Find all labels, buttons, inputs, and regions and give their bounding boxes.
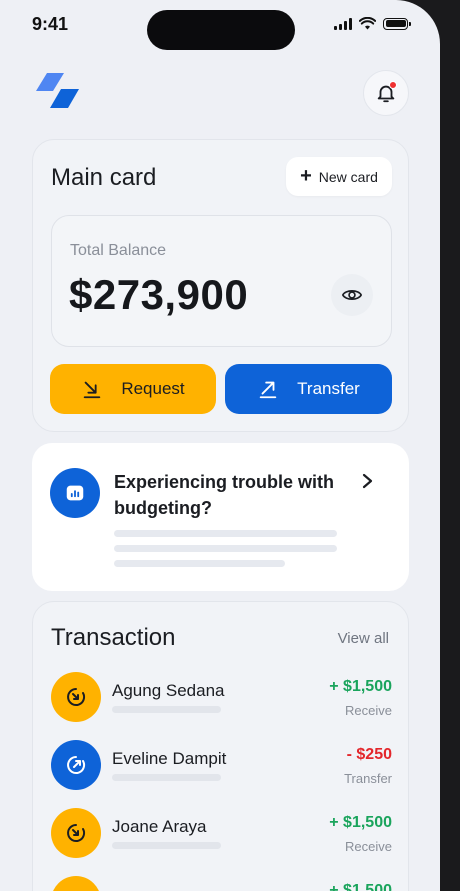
- placeholder-bar: [112, 706, 221, 713]
- receive-icon: [51, 808, 101, 858]
- receive-icon: [51, 672, 101, 722]
- budget-tip-title: Experiencing trouble with budgeting?: [114, 472, 335, 518]
- transactions-title: Transaction: [51, 624, 176, 651]
- phone-screen: 9:41 Main card + New card Total Balance …: [0, 0, 440, 891]
- transaction-row[interactable]: + $1,500: [51, 876, 392, 891]
- toggle-balance-button[interactable]: [331, 274, 373, 316]
- transfer-button[interactable]: Transfer: [225, 364, 392, 414]
- wifi-icon: [359, 17, 376, 30]
- chevron-right-icon[interactable]: [360, 471, 376, 491]
- signal-icon: [334, 17, 352, 30]
- transaction-amount: + $1,500: [329, 678, 392, 695]
- transaction-name: Agung Sedana: [112, 681, 225, 700]
- plus-icon: +: [300, 164, 312, 187]
- balance-value: $273,900: [69, 271, 249, 318]
- transaction-type: Receive: [345, 703, 392, 718]
- transaction-amount: - $250: [346, 746, 392, 763]
- notification-button[interactable]: [363, 70, 409, 116]
- main-card: Main card + New card Total Balance $273,…: [32, 139, 409, 432]
- arrow-down-right-icon: [84, 381, 101, 399]
- notification-badge: [389, 81, 397, 89]
- placeholder-bar: [112, 774, 221, 781]
- transaction-name: Eveline Dampit: [112, 749, 227, 768]
- view-all-link[interactable]: View all: [338, 630, 389, 647]
- placeholder-bar: [114, 545, 337, 552]
- placeholder-bar: [114, 530, 337, 537]
- main-card-title: Main card: [51, 164, 157, 191]
- placeholder-bar: [114, 560, 285, 567]
- battery-icon: [383, 17, 411, 30]
- transaction-row[interactable]: Joane Araya + $1,500 Receive: [51, 808, 392, 860]
- transaction-amount: + $1,500: [329, 814, 392, 831]
- receive-icon: [51, 876, 101, 891]
- placeholder-bar: [112, 842, 221, 849]
- status-time: 9:41: [32, 14, 69, 34]
- status-icons: [334, 17, 411, 30]
- transfer-icon: [51, 740, 101, 790]
- chart-icon: [50, 468, 100, 518]
- new-card-label: New card: [318, 168, 378, 185]
- transaction-amount: + $1,500: [329, 882, 392, 891]
- balance-box: Total Balance $273,900: [51, 215, 392, 347]
- new-card-button[interactable]: + New card: [286, 157, 392, 196]
- request-label: Request: [121, 379, 185, 398]
- dynamic-island: [147, 10, 295, 50]
- balance-label: Total Balance: [70, 242, 167, 259]
- transaction-row[interactable]: Eveline Dampit - $250 Transfer: [51, 740, 392, 792]
- transfer-label: Transfer: [297, 379, 360, 398]
- transaction-name: Joane Araya: [112, 817, 207, 836]
- eye-icon: [341, 290, 363, 300]
- transaction-row[interactable]: Agung Sedana + $1,500 Receive: [51, 672, 392, 724]
- transactions-card: Transaction View all Agung Sedana + $1,5…: [32, 601, 409, 891]
- transaction-type: Receive: [345, 839, 392, 854]
- arrow-up-right-icon: [259, 381, 277, 399]
- transaction-type: Transfer: [344, 771, 392, 786]
- request-button[interactable]: Request: [50, 364, 216, 414]
- budget-tip-card[interactable]: Experiencing trouble with budgeting?: [32, 443, 409, 591]
- app-logo[interactable]: [34, 72, 82, 114]
